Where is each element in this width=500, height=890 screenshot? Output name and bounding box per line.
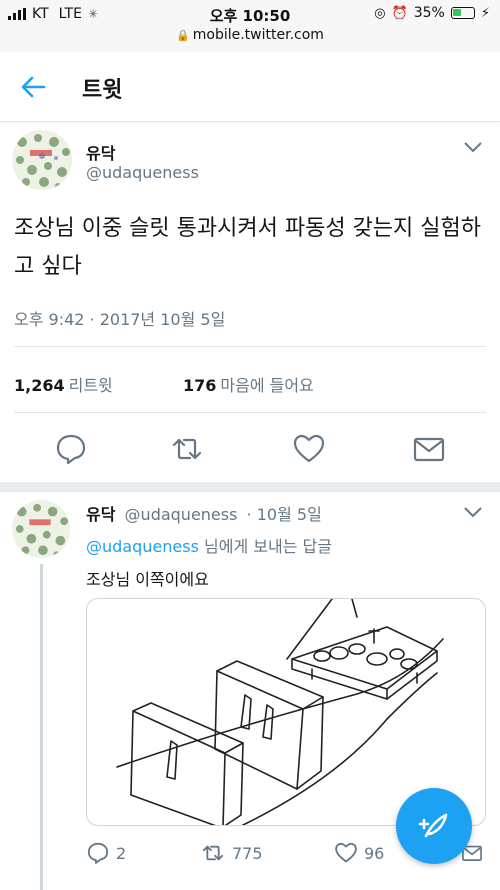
- divider: [14, 346, 486, 347]
- retweet-label: 리트윗: [68, 376, 113, 395]
- compose-feather-icon: [418, 813, 448, 838]
- chevron-down-icon[interactable]: [462, 505, 484, 519]
- retweet-stat[interactable]: 1,264 리트윗: [14, 376, 113, 395]
- like-label: 마음에 들어요: [220, 376, 314, 395]
- heart-icon[interactable]: [292, 432, 326, 466]
- reply-date: · 10월 5일: [246, 505, 322, 524]
- reply-action[interactable]: 2: [86, 840, 126, 866]
- reply-header: 유닥 @udaqueness · 10월 5일: [86, 501, 322, 525]
- engagement-counts: 1,264 리트윗 176 마음에 들어요: [14, 372, 314, 396]
- reply-icon[interactable]: [54, 432, 88, 466]
- replying-to: @udaqueness 님에게 보내는 답글: [86, 533, 332, 557]
- tweet-text: 조상님 이중 슬릿 통과시켜서 파동성 갖는지 실험하고 싶다: [14, 216, 482, 279]
- chevron-down-icon[interactable]: [462, 140, 484, 154]
- message-icon[interactable]: [412, 432, 446, 466]
- status-icons: ◎ ⏰ 35% ⚡: [374, 5, 490, 21]
- reply-author-handle[interactable]: @udaqueness: [125, 505, 238, 524]
- avatar-pattern-icon: [12, 500, 70, 558]
- tweet-timestamp: 오후 9:42 · 2017년 10월 5일: [14, 310, 226, 329]
- reply-icon: [87, 842, 109, 864]
- page-title: 트윗: [82, 78, 123, 103]
- battery-icon: [450, 7, 475, 19]
- retweet-action[interactable]: 775: [200, 840, 263, 866]
- section-divider: [0, 482, 500, 492]
- reply-count: 2: [116, 843, 127, 863]
- status-bar: KT LTE ✳ 오후 10:50 ◎ ⏰ 35% ⚡ 🔒 mobile.twit…: [0, 0, 500, 52]
- reply-author-name[interactable]: 유닥: [86, 505, 115, 524]
- rotation-lock-icon: ◎: [374, 5, 386, 21]
- lock-icon: 🔒: [176, 29, 190, 42]
- retweet-icon[interactable]: [170, 432, 204, 466]
- address-bar[interactable]: 🔒 mobile.twitter.com: [0, 27, 500, 43]
- avatar[interactable]: [12, 130, 72, 190]
- like-action[interactable]: 96: [334, 840, 384, 866]
- replying-to-suffix: 님에게 보내는 답글: [204, 537, 332, 556]
- retweet-icon: [202, 845, 224, 861]
- reply-avatar[interactable]: [12, 500, 70, 558]
- back-arrow-icon[interactable]: [18, 72, 48, 102]
- url-text: mobile.twitter.com: [192, 27, 324, 43]
- thread-line: [40, 564, 43, 890]
- charging-icon: ⚡: [480, 5, 490, 21]
- author-handle[interactable]: @udaqueness: [86, 163, 199, 182]
- author-name[interactable]: 유닥: [86, 140, 115, 164]
- like-stat[interactable]: 176 마음에 들어요: [183, 376, 314, 395]
- heart-icon: [335, 842, 357, 863]
- divider: [14, 412, 486, 413]
- avatar-pattern-icon: [12, 130, 72, 190]
- retweet-count: 1,264: [14, 376, 65, 395]
- like-count: 176: [182, 376, 217, 395]
- page-header: 트윗: [0, 52, 500, 122]
- battery-percent: 35%: [413, 5, 445, 21]
- reply-like-count: 96: [364, 843, 385, 863]
- compose-tweet-button[interactable]: [396, 788, 472, 864]
- replying-to-link[interactable]: @udaqueness: [86, 537, 199, 556]
- reply-retweet-count: 775: [232, 843, 263, 863]
- alarm-icon: ⏰: [391, 5, 408, 21]
- reply-text: 조상님 이쪽이에요: [86, 570, 209, 589]
